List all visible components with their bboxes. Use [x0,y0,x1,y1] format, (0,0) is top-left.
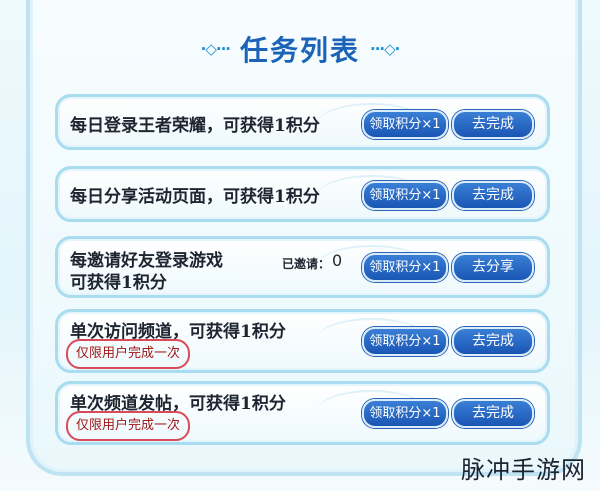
claim-points-button[interactable]: 领取积分×1 [362,181,448,210]
task-item-channel-post: 单次频道发帖，可获得1积分 仅限用户完成一次 领取积分×1 去完成 [55,381,550,445]
right-ornament-icon: ···◇· [370,40,400,58]
page-title: 任务列表 [239,34,360,67]
go-complete-button[interactable]: 去完成 [452,181,534,210]
left-ornament-icon: ·◇··· [200,40,231,58]
once-only-note: 仅限用户完成一次 [66,411,191,441]
claim-points-button[interactable]: 领取积分×1 [362,110,448,139]
invited-count: 0 [332,251,343,270]
task-description-line2: 可获得1积分 [70,273,167,293]
site-watermark: 脉冲手游网 [461,456,586,484]
task-item-daily-login: 每日登录王者荣耀，可获得1积分 领取积分×1 去完成 [55,94,550,150]
task-item-visit-channel: 单次访问频道，可获得1积分 仅限用户完成一次 领取积分×1 去完成 [55,309,550,373]
task-item-daily-share: 每日分享活动页面，可获得1积分 领取积分×1 去完成 [55,166,550,222]
invited-label: 已邀请： [282,257,331,271]
claim-points-button[interactable]: 领取积分×1 [362,399,448,428]
go-complete-button[interactable]: 去完成 [452,399,534,428]
task-description: 每日分享活动页面，可获得1积分 [70,187,320,207]
task-item-invite-friends: 每邀请好友登录游戏 可获得1积分 已邀请： 0 领取积分×1 去分享 [55,236,550,298]
go-share-button[interactable]: 去分享 [452,253,534,282]
task-description: 每日登录王者荣耀，可获得1积分 [70,116,320,136]
claim-points-button[interactable]: 领取积分×1 [362,327,448,356]
claim-points-button[interactable]: 领取积分×1 [362,253,448,282]
go-complete-button[interactable]: 去完成 [452,110,534,139]
go-complete-button[interactable]: 去完成 [452,327,534,356]
once-only-note: 仅限用户完成一次 [66,339,191,369]
panel-header: ·◇··· 任务列表 ···◇· [0,26,600,72]
